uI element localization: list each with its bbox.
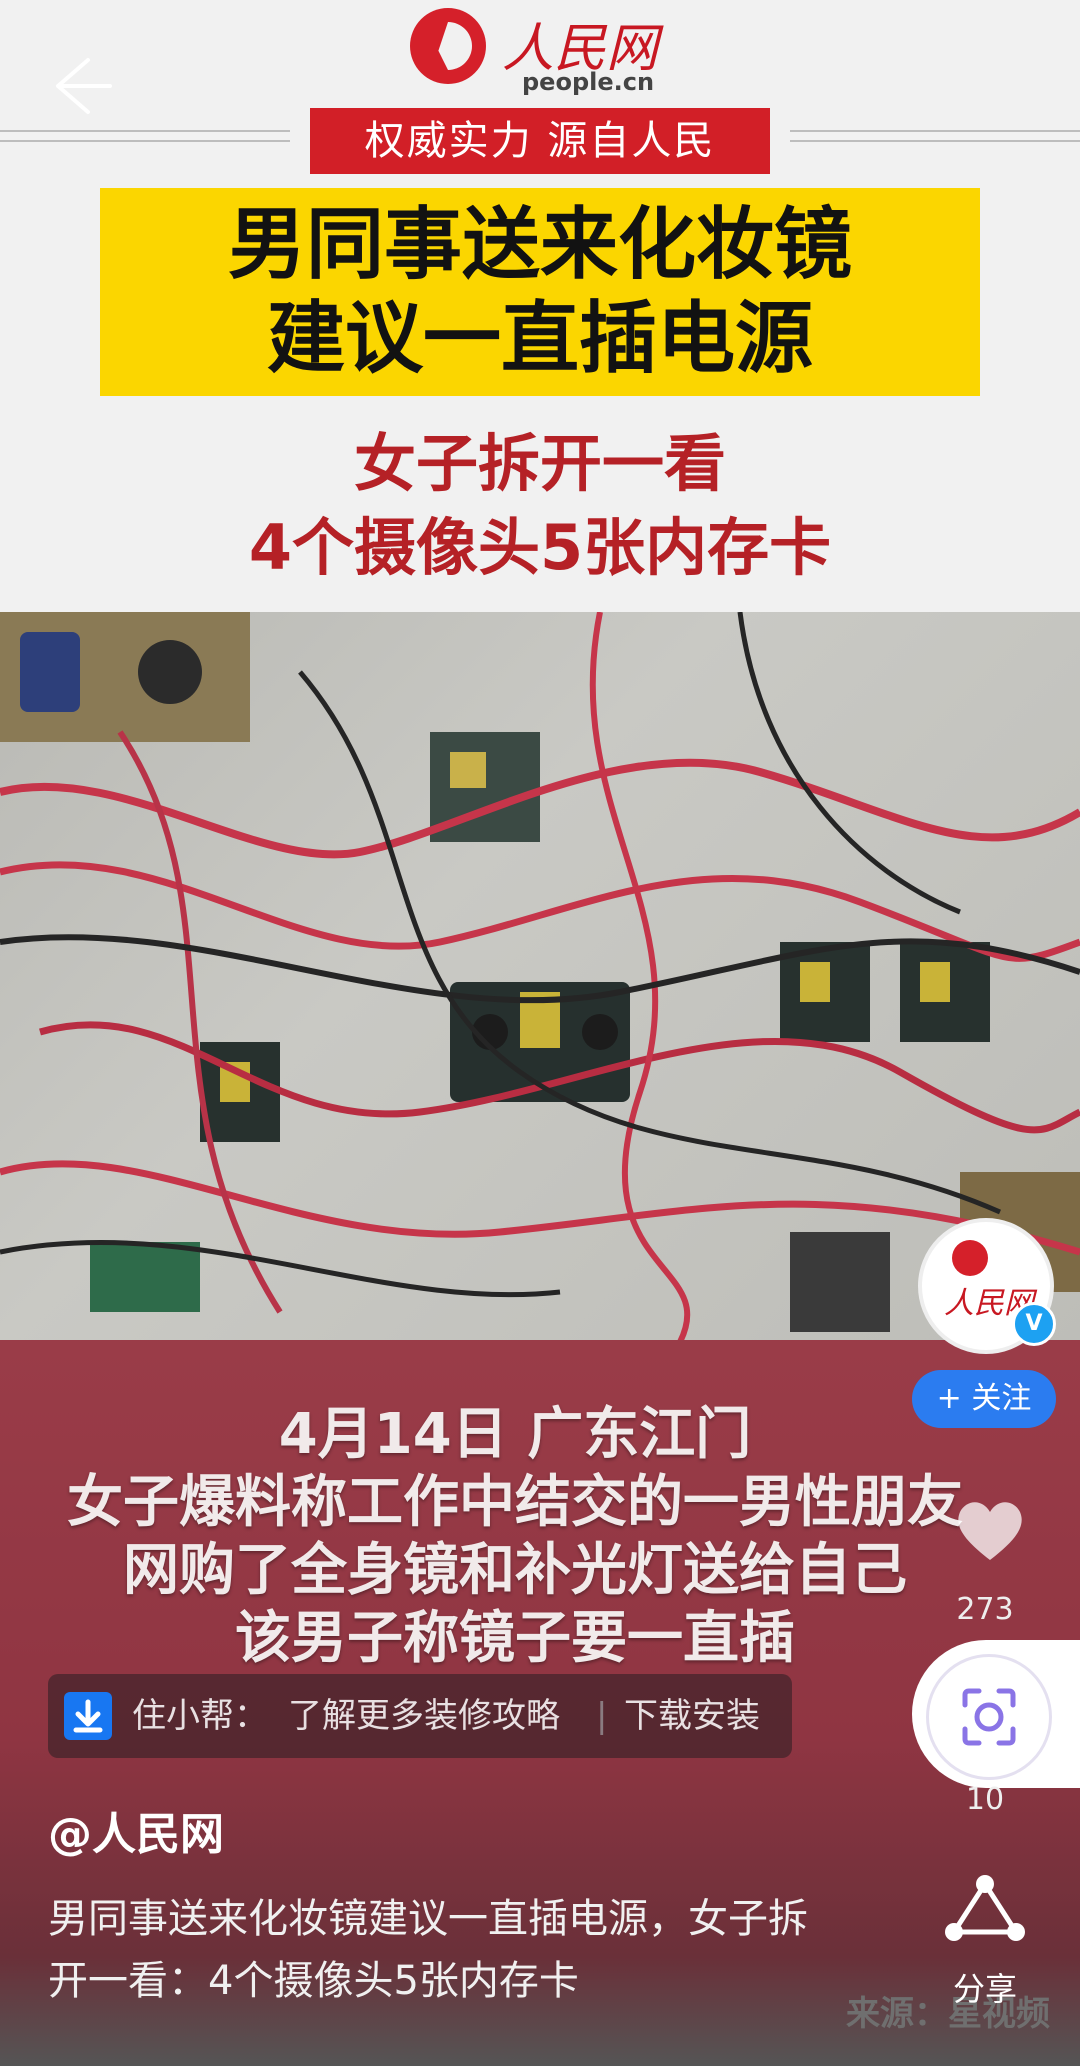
divider bbox=[0, 140, 290, 142]
caption-line: 女子爆料称工作中结交的一男性朋友 bbox=[67, 1470, 963, 1535]
verified-badge-icon: V bbox=[1012, 1302, 1056, 1346]
headline-line: 男同事送来化妆镜 bbox=[227, 200, 852, 290]
scan-button[interactable] bbox=[926, 1654, 1052, 1780]
divider bbox=[0, 130, 290, 132]
scan-camera-icon bbox=[962, 1688, 1016, 1746]
divider bbox=[790, 140, 1080, 142]
back-arrow-icon[interactable] bbox=[48, 54, 112, 118]
circuit-boards-illustration bbox=[0, 612, 1080, 1342]
comment-count: 10 bbox=[965, 1782, 1005, 1817]
ad-app-name: 住小帮： bbox=[132, 1696, 268, 1736]
divider bbox=[790, 130, 1080, 132]
ad-download-button[interactable]: 下载安装 bbox=[624, 1674, 760, 1758]
caption-line: 4月14日 广东江门 bbox=[278, 1402, 752, 1467]
post-description[interactable]: 男同事送来化妆镜建议一直插电源，女子拆开一看：4个摄像头5张内存卡 bbox=[48, 1888, 828, 2012]
caption-line: 该男子称镜子要一直插 bbox=[235, 1606, 795, 1671]
logo-mark-icon bbox=[410, 8, 486, 84]
ad-divider: | bbox=[596, 1696, 608, 1736]
share-label[interactable]: 分享 bbox=[925, 1964, 1045, 2010]
subhead-line: 女子拆开一看 bbox=[353, 427, 726, 500]
follow-button[interactable]: + 关注 bbox=[912, 1370, 1056, 1428]
author-name[interactable]: @人民网 bbox=[48, 1798, 224, 1862]
people-logo: 人民网 people.cn bbox=[410, 0, 670, 100]
headline-box: 男同事送来化妆镜 建议一直插电源 bbox=[100, 188, 980, 396]
scan-float-panel[interactable] bbox=[912, 1640, 1080, 1788]
subhead-line: 4个摄像头5张内存卡 bbox=[248, 511, 832, 584]
download-icon bbox=[64, 1692, 112, 1740]
logo-url: people.cn bbox=[522, 68, 655, 96]
video-header-graphic: 人民网 people.cn 权威实力 源自人民 男同事送来化妆镜 建议一直插电源… bbox=[0, 0, 1080, 612]
ad-text: 了解更多装修攻略 bbox=[288, 1696, 560, 1736]
video-frame-photo bbox=[0, 612, 1080, 1342]
logo-mark-icon bbox=[952, 1240, 988, 1276]
like-count: 273 bbox=[956, 1592, 1014, 1627]
headline-line: 建议一直插电源 bbox=[266, 294, 813, 384]
caption-line: 网购了全身镜和补光灯送给自己 bbox=[123, 1538, 907, 1603]
slogan-banner: 权威实力 源自人民 bbox=[310, 108, 770, 174]
like-heart-icon[interactable] bbox=[950, 1490, 1030, 1570]
ad-banner[interactable]: 住小帮： 了解更多装修攻略 | 下载安装 bbox=[48, 1674, 792, 1758]
share-icon[interactable] bbox=[940, 1870, 1030, 1950]
